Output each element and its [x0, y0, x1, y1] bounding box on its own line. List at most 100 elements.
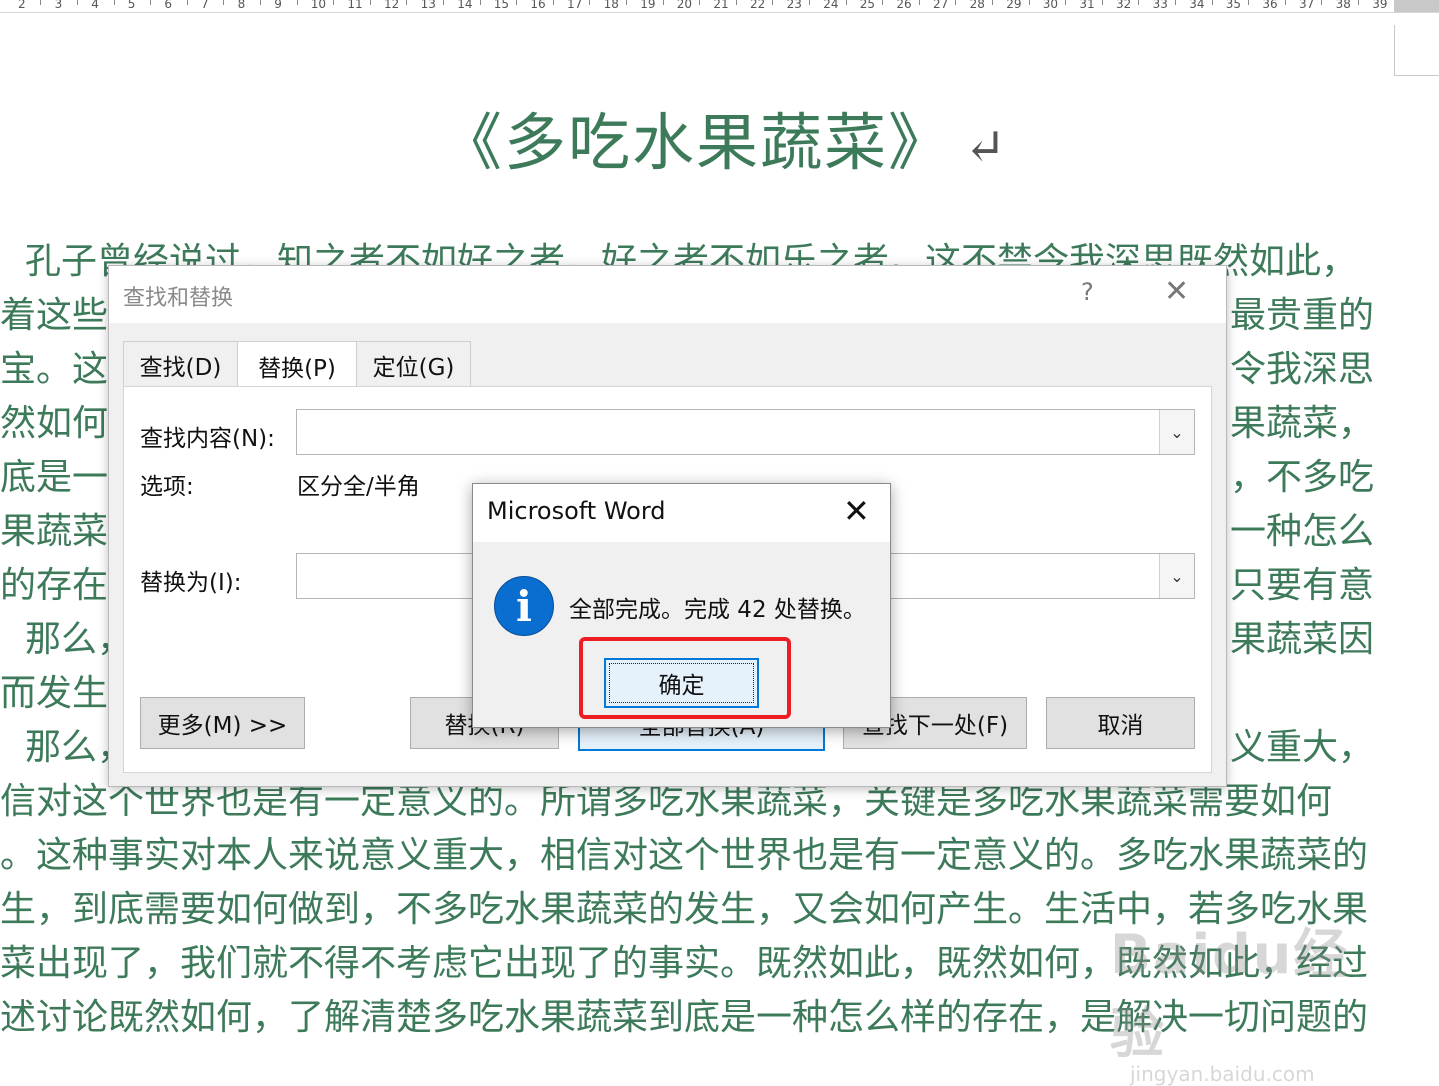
ruler-tick-label: 19 [640, 0, 656, 11]
ruler-tick-label: 28 [969, 0, 985, 11]
tab-find-label: 查找(D) [139, 354, 222, 381]
ruler-tick-label: 12 [384, 0, 400, 11]
ruler-tick-mark [625, 0, 627, 5]
ruler-tick-mark [1065, 0, 1067, 5]
watermark-sub: jingyan.baidu.com [1130, 1062, 1315, 1086]
ruler-tick-mark [516, 0, 518, 5]
ruler-tick-mark [699, 0, 701, 5]
title-text: 《多吃水果蔬菜》 [440, 106, 953, 179]
ruler-tick-mark [808, 0, 810, 5]
tab-goto-label: 定位(G) [372, 354, 455, 381]
ruler-tick-label: 36 [1262, 0, 1278, 11]
ruler-tick-mark [186, 0, 188, 5]
ruler-tick-label: 24 [823, 0, 839, 11]
ruler-tick-mark [1138, 0, 1140, 5]
ruler-tick-label: 33 [1152, 0, 1168, 11]
ruler-tick-mark [333, 0, 335, 5]
ruler-margin-end [1394, 0, 1439, 12]
ruler-tick-label: 8 [237, 0, 246, 11]
ruler-tick-label: 21 [713, 0, 729, 11]
doc-fragment: 最贵重的 [1230, 295, 1375, 336]
doc-fragment: 令我深思 [1230, 349, 1375, 390]
ruler-tick-mark [369, 0, 371, 5]
dialog-title: 查找和替换 [123, 286, 234, 311]
doc-fragment: 只要有意 [1230, 565, 1375, 606]
message-titlebar[interactable]: Microsoft Word ✕ [473, 484, 890, 542]
ruler-tick-label: 15 [493, 0, 510, 11]
ruler-tick-label: 16 [530, 0, 546, 11]
chevron-down-icon[interactable]: ⌄ [1159, 554, 1194, 598]
doc-fragment: 果蔬菜因 [1230, 619, 1375, 660]
ruler-tick-mark [76, 0, 78, 5]
close-icon[interactable]: ✕ [843, 492, 870, 530]
doc-fragment: ，不多吃 [1230, 457, 1375, 498]
ruler-tick-mark [955, 0, 957, 5]
ruler-tick-mark [259, 0, 261, 5]
ruler-tick-label: 18 [603, 0, 619, 11]
cancel-button[interactable]: 取消 [1046, 697, 1195, 749]
ruler-tick-label: 32 [1116, 0, 1132, 11]
horizontal-ruler[interactable]: 2 3 4 5 6 7 8 9 10 11 12 13 14 15 16 17 18 19 20 21 22 23 24 25… [0, 0, 1439, 13]
ruler-tick-mark [662, 0, 664, 5]
ruler-tick-label: 2 [18, 0, 26, 11]
tab-replace-label: 替换(P) [258, 356, 336, 382]
ruler-tick-label: 17 [567, 0, 583, 11]
ruler-tick-mark [772, 0, 774, 5]
ruler-tick-label: 10 [310, 0, 327, 11]
ruler-tick-mark [1028, 0, 1030, 5]
ruler-tick-label: 6 [164, 0, 173, 11]
dialog-titlebar[interactable]: 查找和替换 ? ✕ [109, 266, 1226, 323]
ruler-tick-mark [552, 0, 554, 5]
ruler-tick-mark [223, 0, 225, 5]
ruler-tick-mark [1248, 0, 1250, 5]
tab-replace[interactable]: 替换(P) [237, 341, 357, 390]
baidu-watermark: Baidu经验 jingyan.baidu.com [1110, 910, 1380, 1086]
doc-fragment: 果蔬菜， [1230, 403, 1375, 444]
ruler-tick-label: 30 [1042, 0, 1059, 11]
message-title: Microsoft Word [487, 497, 666, 525]
paragraph-mark-icon: ↵ [964, 118, 1008, 176]
options-value: 区分全/半角 [297, 474, 420, 500]
ruler-tick-label: 27 [933, 0, 949, 11]
page-corner-mark [1394, 25, 1439, 76]
ruler-tick-mark [1211, 0, 1213, 5]
ruler-tick-label: 29 [1006, 0, 1022, 11]
ruler-tick-mark [735, 0, 737, 5]
ruler-tick-mark [918, 0, 920, 5]
options-label: 选项: [140, 474, 194, 500]
ruler-tick-label: 37 [1299, 0, 1315, 11]
ruler-tick-mark [845, 0, 847, 5]
ruler-tick-label: 13 [420, 0, 436, 11]
ruler-tick-mark [479, 0, 481, 5]
tab-find[interactable]: 查找(D) [123, 341, 238, 387]
ruler-tick-label: 22 [750, 0, 766, 11]
tab-goto[interactable]: 定位(G) [356, 341, 471, 387]
ruler-tick-label: 9 [274, 0, 282, 11]
ruler-tick-label: 38 [1335, 0, 1351, 11]
ruler-tick-label: 14 [457, 0, 473, 11]
help-icon[interactable]: ? [1081, 278, 1094, 306]
ruler-tick-mark [150, 0, 152, 5]
doc-line-3: 宝。这 [0, 349, 109, 390]
ruler-tick-mark [1321, 0, 1323, 5]
doc-fragment: 一种怎么 [1230, 511, 1375, 552]
ruler-tick-label: 26 [896, 0, 912, 11]
close-icon[interactable]: ✕ [1164, 274, 1189, 309]
ruler-tick-mark [40, 0, 42, 5]
find-what-combo[interactable]: ⌄ [296, 409, 1195, 455]
info-icon: i [494, 576, 554, 636]
ruler-tick-mark [113, 0, 115, 5]
ruler-tick-label: 25 [859, 0, 876, 11]
ruler-tick-label: 31 [1079, 0, 1095, 11]
doc-fragment: 义重大， [1230, 727, 1375, 768]
ruler-tick-label: 34 [1189, 0, 1205, 11]
chevron-down-icon[interactable]: ⌄ [1159, 410, 1194, 454]
ruler-tick-mark [589, 0, 591, 5]
ruler-tick-mark [1357, 0, 1359, 5]
ruler-tick-mark [442, 0, 444, 5]
ruler-tick-mark [296, 0, 298, 5]
replace-with-label: 替换为(I): [140, 570, 242, 596]
more-button[interactable]: 更多(M) >> [140, 697, 305, 749]
find-what-label: 查找内容(N): [140, 426, 275, 452]
message-text: 全部完成。完成 42 处替换。 [569, 597, 866, 623]
